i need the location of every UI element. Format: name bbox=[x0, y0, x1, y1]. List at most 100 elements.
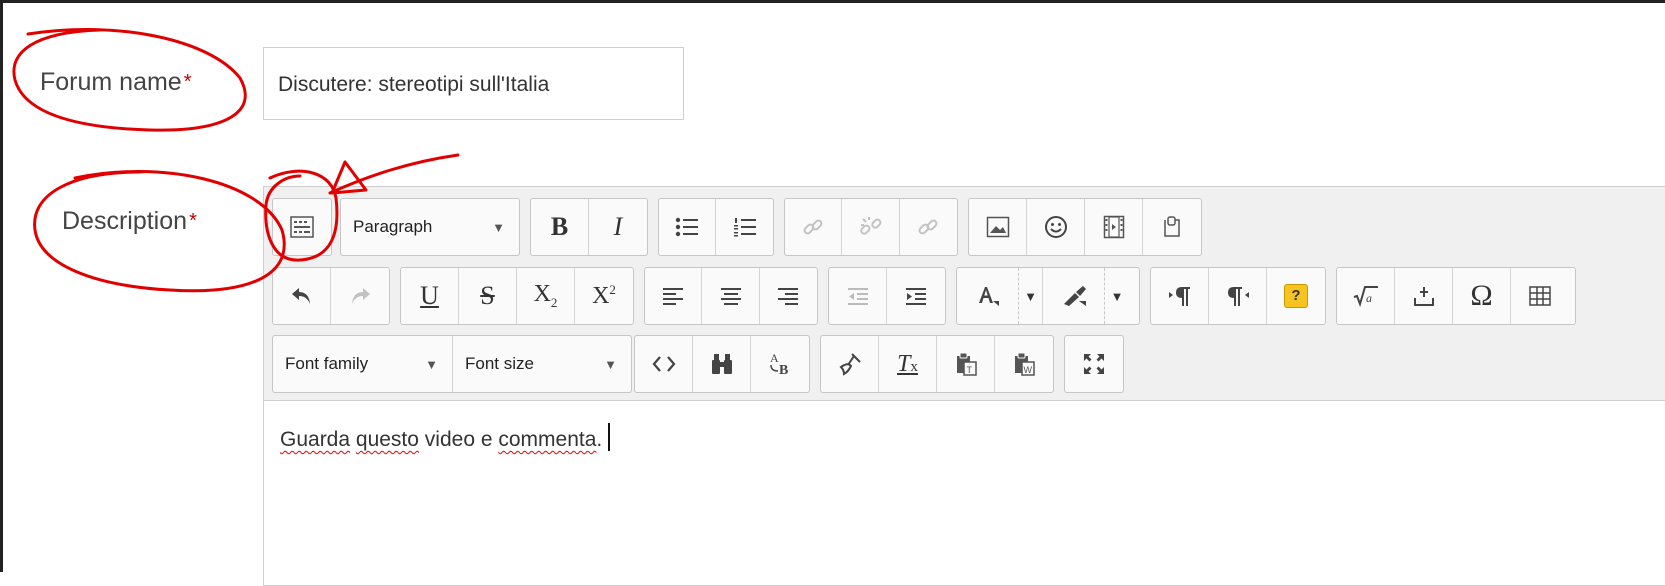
numbered-list-icon bbox=[733, 218, 756, 237]
indent-button[interactable] bbox=[887, 268, 945, 324]
superscript-button[interactable]: X2 bbox=[575, 268, 633, 324]
accessibility-help-button[interactable]: ? bbox=[1267, 268, 1325, 324]
highlight-color-icon bbox=[1063, 286, 1086, 306]
indent-icon bbox=[906, 288, 926, 305]
description-editor: Paragraph ▼ B I U S X2 X2 ▼ ▼ ? a Ω Font… bbox=[263, 186, 1665, 586]
insert-emoticon-button[interactable] bbox=[1027, 199, 1085, 255]
toolbar-group-insert: a Ω bbox=[1336, 267, 1576, 325]
font-size-value: Font size bbox=[465, 354, 534, 373]
omega-icon: Ω bbox=[1470, 279, 1493, 312]
align-right-icon bbox=[778, 288, 799, 305]
toolbar-group-tools: AB bbox=[634, 335, 810, 393]
toolbar-group-media bbox=[968, 198, 1202, 256]
fullscreen-button[interactable] bbox=[1065, 336, 1123, 392]
special-character-button[interactable]: Ω bbox=[1453, 268, 1511, 324]
files-icon bbox=[1164, 216, 1180, 237]
toolbar-group-style: B I bbox=[530, 198, 648, 256]
redo-icon bbox=[352, 288, 370, 304]
content-word: commenta bbox=[498, 428, 597, 451]
align-left-button[interactable] bbox=[645, 268, 703, 324]
svg-text:a: a bbox=[1366, 291, 1372, 305]
clean-html-button[interactable] bbox=[821, 336, 879, 392]
anchor-link-icon bbox=[918, 219, 938, 235]
undo-button[interactable] bbox=[273, 268, 331, 324]
background-color-button[interactable] bbox=[1043, 268, 1105, 324]
redo-button[interactable] bbox=[331, 268, 389, 324]
link-button[interactable] bbox=[785, 199, 843, 255]
manage-files-button[interactable] bbox=[1143, 199, 1201, 255]
keyboard-toggle-icon bbox=[290, 216, 314, 238]
required-marker: * bbox=[189, 210, 197, 232]
paste-word-button[interactable]: W bbox=[995, 336, 1053, 392]
equation-button[interactable]: a bbox=[1337, 268, 1395, 324]
clear-formatting-button[interactable]: Tx bbox=[879, 336, 937, 392]
toolbar-group-indent bbox=[828, 267, 946, 325]
insert-image-button[interactable] bbox=[969, 199, 1027, 255]
paragraph-format-value: Paragraph bbox=[353, 217, 433, 236]
help-icon: ? bbox=[1284, 284, 1308, 308]
forum-name-input[interactable]: Discutere: stereotipi sull'Italia bbox=[263, 47, 684, 120]
outdent-icon bbox=[847, 288, 868, 305]
binoculars-icon bbox=[711, 354, 732, 374]
ordered-list-button[interactable] bbox=[716, 199, 773, 255]
toolbar-group-direction: ? bbox=[1150, 267, 1326, 325]
code-icon bbox=[652, 356, 675, 372]
font-size-select[interactable]: Font size ▼ bbox=[453, 336, 631, 392]
move-button[interactable] bbox=[1395, 268, 1453, 324]
required-marker: * bbox=[183, 71, 192, 93]
underline-button[interactable]: U bbox=[401, 268, 459, 324]
unlink-icon bbox=[859, 217, 881, 235]
unlink-button[interactable] bbox=[842, 199, 900, 255]
italic-button[interactable]: I bbox=[589, 199, 647, 255]
text-color-button[interactable] bbox=[957, 268, 1019, 324]
description-label-text: Description bbox=[62, 207, 188, 235]
paragraph-format-select[interactable]: Paragraph ▼ bbox=[341, 199, 519, 255]
source-code-button[interactable] bbox=[635, 336, 693, 392]
film-icon bbox=[1103, 215, 1124, 239]
anchor-link-button[interactable] bbox=[900, 199, 957, 255]
font-family-value: Font family bbox=[285, 354, 369, 373]
bold-button[interactable]: B bbox=[531, 199, 589, 255]
replace-button[interactable]: AB bbox=[751, 336, 809, 392]
paste-word-icon: W bbox=[1015, 352, 1035, 376]
ltr-icon bbox=[1168, 287, 1190, 306]
rtl-icon bbox=[1227, 287, 1249, 306]
text-color-icon bbox=[978, 287, 999, 306]
align-center-button[interactable] bbox=[702, 268, 760, 324]
align-right-button[interactable] bbox=[760, 268, 817, 324]
forum-name-label-text: Forum name bbox=[40, 68, 182, 96]
editor-content-area[interactable]: Guarda questo video e commenta. bbox=[264, 401, 1665, 452]
content-word: questo bbox=[355, 428, 419, 451]
content-word: . bbox=[596, 428, 603, 451]
image-icon bbox=[986, 216, 1009, 238]
toolbar-group-links bbox=[784, 198, 958, 256]
bullet-list-icon bbox=[675, 217, 698, 237]
svg-text:T: T bbox=[966, 365, 972, 375]
text-color-dropdown[interactable]: ▼ bbox=[1019, 268, 1043, 324]
align-center-icon bbox=[720, 288, 741, 305]
undo-icon bbox=[291, 288, 310, 304]
toolbar-toggle-button[interactable] bbox=[273, 199, 331, 255]
toolbar-group-cleanup: Tx T W bbox=[820, 335, 1054, 393]
unordered-list-button[interactable] bbox=[659, 199, 716, 255]
link-icon bbox=[803, 219, 823, 235]
background-color-dropdown[interactable]: ▼ bbox=[1105, 268, 1129, 324]
move-up-icon bbox=[1413, 287, 1434, 306]
align-left-icon bbox=[663, 288, 684, 305]
table-icon bbox=[1529, 286, 1551, 306]
insert-media-button[interactable] bbox=[1085, 199, 1143, 255]
subscript-button[interactable]: X2 bbox=[517, 268, 575, 324]
paste-text-button[interactable]: T bbox=[937, 336, 995, 392]
strikethrough-button[interactable]: S bbox=[459, 268, 517, 324]
square-root-icon: a bbox=[1353, 286, 1378, 307]
ltr-button[interactable] bbox=[1151, 268, 1209, 324]
outdent-button[interactable] bbox=[829, 268, 887, 324]
toolbar-group-fullscreen bbox=[1064, 335, 1124, 393]
find-button[interactable] bbox=[693, 336, 751, 392]
rtl-button[interactable] bbox=[1209, 268, 1267, 324]
table-button[interactable] bbox=[1511, 268, 1569, 324]
editor-toolbar: Paragraph ▼ B I U S X2 X2 ▼ ▼ ? a Ω Font… bbox=[264, 187, 1665, 401]
font-family-select[interactable]: Font family ▼ bbox=[273, 336, 453, 392]
bold-icon: B bbox=[550, 212, 569, 241]
toolbar-group-text-format: U S X2 X2 bbox=[400, 267, 634, 325]
